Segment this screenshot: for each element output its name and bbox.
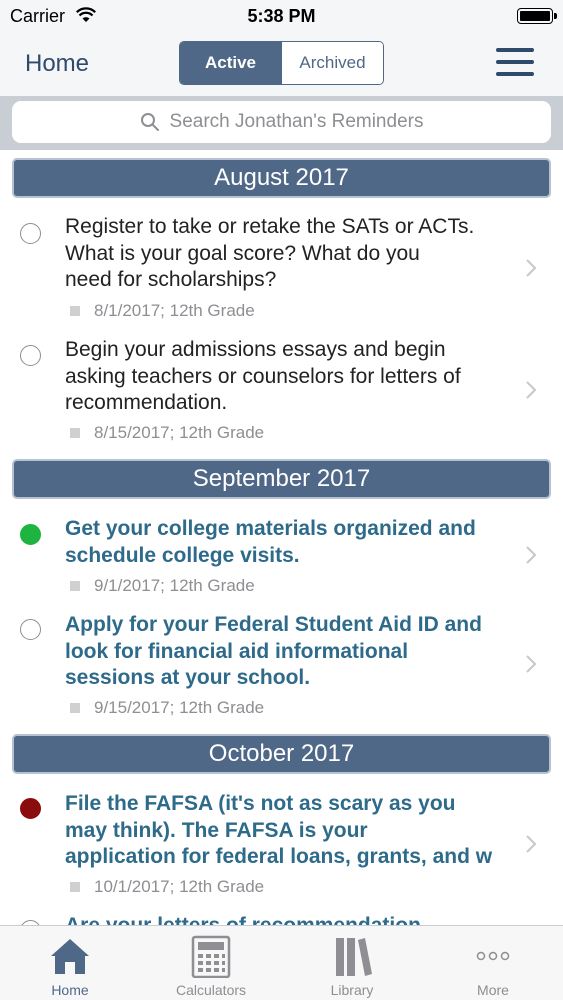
more-icon bbox=[476, 951, 510, 961]
library-books-icon bbox=[336, 938, 372, 976]
status-time: 5:38 PM bbox=[247, 6, 316, 26]
calendar-icon bbox=[70, 428, 80, 438]
reminder-text: Begin your admissions essays and begin a… bbox=[65, 338, 461, 414]
tab-calculators[interactable]: Calculators bbox=[141, 926, 281, 1000]
active-archived-segmented-control: Active Archived bbox=[179, 41, 384, 85]
nav-title: Home bbox=[25, 50, 90, 77]
home-icon bbox=[51, 939, 89, 974]
search-area: Search Jonathan's Reminders bbox=[0, 96, 563, 150]
chevron-right-icon bbox=[526, 655, 537, 673]
tab-bar: Home Calculators Library More bbox=[0, 925, 563, 1000]
status-circle-red[interactable] bbox=[20, 798, 41, 819]
search-placeholder: Search Jonathan's Reminders bbox=[169, 111, 424, 132]
reminder-meta: 8/1/2017; 12th Grade bbox=[70, 301, 255, 321]
chevron-right-icon bbox=[526, 546, 537, 564]
chevron-right-icon bbox=[526, 835, 537, 853]
section-header-august-2017: August 2017 bbox=[12, 158, 551, 198]
status-circle-empty[interactable] bbox=[20, 619, 41, 640]
segment-active[interactable]: Active bbox=[180, 42, 281, 84]
segment-archived[interactable]: Archived bbox=[281, 42, 383, 84]
calculator-icon bbox=[191, 935, 231, 978]
calendar-icon bbox=[70, 882, 80, 892]
reminder-meta: 10/1/2017; 12th Grade bbox=[70, 877, 264, 897]
chevron-right-icon bbox=[526, 259, 537, 277]
battery-icon bbox=[517, 8, 557, 24]
reminder-meta: 8/15/2017; 12th Grade bbox=[70, 423, 264, 443]
reminder-meta: 9/15/2017; 12th Grade bbox=[70, 698, 264, 718]
reminders-list: August 2017 Register to take or retake t… bbox=[0, 150, 563, 925]
tab-library[interactable]: Library bbox=[282, 926, 422, 1000]
section-header-september-2017: September 2017 bbox=[12, 459, 551, 499]
reminder-text: Apply for your Federal Student Aid ID an… bbox=[65, 613, 482, 689]
status-circle-empty[interactable] bbox=[20, 345, 41, 366]
search-icon bbox=[140, 113, 159, 131]
status-circle-empty[interactable] bbox=[20, 223, 41, 244]
status-circle-green[interactable] bbox=[20, 524, 41, 545]
reminder-text: Register to take or retake the SATs or A… bbox=[65, 215, 475, 291]
hamburger-menu-icon[interactable] bbox=[496, 46, 534, 78]
reminder-meta: 9/1/2017; 12th Grade bbox=[70, 576, 255, 596]
reminder-text: Are your letters of recommendation bbox=[65, 913, 515, 925]
status-bar: Carrier 5:38 PM bbox=[0, 0, 563, 32]
navigation-bar: Home Active Archived bbox=[0, 32, 563, 96]
reminder-text: File the FAFSA (it's not as scary as you… bbox=[65, 792, 493, 868]
tab-more[interactable]: More bbox=[423, 926, 563, 1000]
calendar-icon bbox=[70, 306, 80, 316]
calendar-icon bbox=[70, 703, 80, 713]
chevron-right-icon bbox=[526, 381, 537, 399]
search-input[interactable]: Search Jonathan's Reminders bbox=[12, 101, 551, 143]
tab-home[interactable]: Home bbox=[0, 926, 140, 1000]
reminder-text: Get your college materials organized and… bbox=[65, 517, 476, 567]
calendar-icon bbox=[70, 581, 80, 591]
section-header-october-2017: October 2017 bbox=[12, 734, 551, 774]
